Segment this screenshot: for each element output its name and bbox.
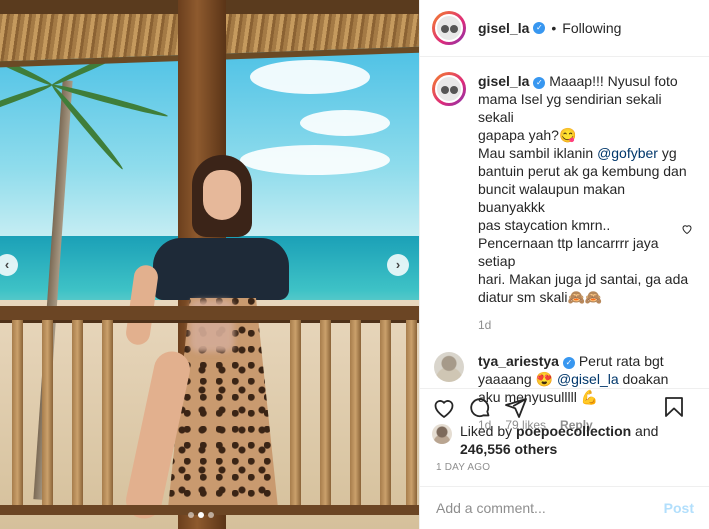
likes-summary: Liked by poepoecollection and 246,556 ot… xyxy=(432,422,702,458)
photo-cloud xyxy=(300,110,390,136)
post-header: gisel_la ✓ • Following xyxy=(420,0,709,57)
likes-text: Liked by poepoecollection and 246,556 ot… xyxy=(460,422,702,458)
baluster xyxy=(102,320,113,510)
caption-line: mama Isel yg sendirian sekali sekali xyxy=(478,91,662,125)
carousel-next-button[interactable]: › xyxy=(387,254,409,276)
caption-line: bantuin perut ak ga kembung dan xyxy=(478,163,687,179)
post-actions xyxy=(420,388,709,422)
caption-username[interactable]: gisel_la xyxy=(478,73,529,89)
caption-line: Maaap!!! Nyusul foto xyxy=(549,73,678,89)
baluster xyxy=(406,320,417,510)
person-face xyxy=(203,170,241,220)
baluster xyxy=(290,320,301,510)
send-icon[interactable] xyxy=(504,396,528,420)
heart-icon[interactable] xyxy=(432,396,456,420)
comments-list: gisel_la ✓ Maaap!!! Nyusul foto mama Isel… xyxy=(420,72,709,434)
photo-railing xyxy=(0,306,419,320)
liker-username[interactable]: poepoecollection xyxy=(516,423,631,439)
caption-line: buncit walaupun makan buanyakkk xyxy=(478,181,626,215)
baluster xyxy=(42,320,53,510)
likes-prefix: Liked by xyxy=(460,423,517,439)
photo-cloud xyxy=(240,145,390,175)
header-separator: • xyxy=(551,20,557,36)
photo-cloud xyxy=(250,60,370,94)
verified-badge-icon: ✓ xyxy=(562,357,575,369)
comment-input[interactable] xyxy=(436,500,664,516)
baluster xyxy=(320,320,331,510)
verified-badge-icon: ✓ xyxy=(533,77,546,89)
author-username[interactable]: gisel_la xyxy=(478,20,529,36)
baluster xyxy=(350,320,361,510)
commenter-username[interactable]: tya_ariestya xyxy=(478,353,559,369)
carousel-dots xyxy=(188,512,214,518)
liker-avatar[interactable] xyxy=(432,424,452,444)
caption-body: gisel_la ✓ Maaap!!! Nyusul foto mama Isel… xyxy=(478,72,694,334)
caption-line: pas staycation kmrn.. xyxy=(478,217,611,233)
carousel-dot xyxy=(188,512,194,518)
verified-badge-icon: ✓ xyxy=(533,22,546,34)
comment-mention-link[interactable]: @gisel_la xyxy=(557,371,619,387)
author-avatar[interactable] xyxy=(432,11,466,45)
likes-others-link[interactable]: 246,556 others xyxy=(460,441,557,457)
caption-avatar[interactable] xyxy=(432,72,466,106)
post-photo[interactable]: ‹ › xyxy=(0,0,419,529)
caption-line: diatur sm skali🙈🙈 xyxy=(478,289,603,305)
baluster xyxy=(72,320,83,510)
post-side-panel: gisel_la ✓ • Following gisel_la ✓ Maaap!!… xyxy=(419,0,709,529)
caption-line: Mau sambil iklanin xyxy=(478,145,598,161)
likes-middle: and xyxy=(631,423,659,439)
caption-line: yg xyxy=(657,145,677,161)
caption-age[interactable]: 1d xyxy=(478,316,491,334)
following-button[interactable]: Following xyxy=(562,20,621,36)
comment-icon[interactable] xyxy=(468,396,492,420)
caption-line: Pencernaan ttp lancarrrr jaya setiap xyxy=(478,235,659,269)
baluster xyxy=(380,320,391,510)
caption-meta: 1d xyxy=(478,316,694,334)
caption-mention-link[interactable]: @gofyber xyxy=(597,145,658,161)
caption-line: hari. Makan juga jd santai, ga ada xyxy=(478,271,689,287)
person-top xyxy=(153,238,289,300)
caption-line: gapapa yah?😋 xyxy=(478,127,577,143)
bookmark-icon[interactable] xyxy=(662,395,686,419)
post-comment-button[interactable]: Post xyxy=(664,500,694,516)
commenter-avatar[interactable] xyxy=(434,352,464,382)
post-timestamp[interactable]: 1 DAY AGO xyxy=(436,462,490,473)
comment-like-heart-icon[interactable] xyxy=(681,223,693,238)
carousel-dot xyxy=(208,512,214,518)
add-comment-bar: Post xyxy=(420,486,709,529)
carousel-dot-active xyxy=(198,512,204,518)
baluster xyxy=(12,320,23,510)
caption: gisel_la ✓ Maaap!!! Nyusul foto mama Isel… xyxy=(420,72,709,334)
